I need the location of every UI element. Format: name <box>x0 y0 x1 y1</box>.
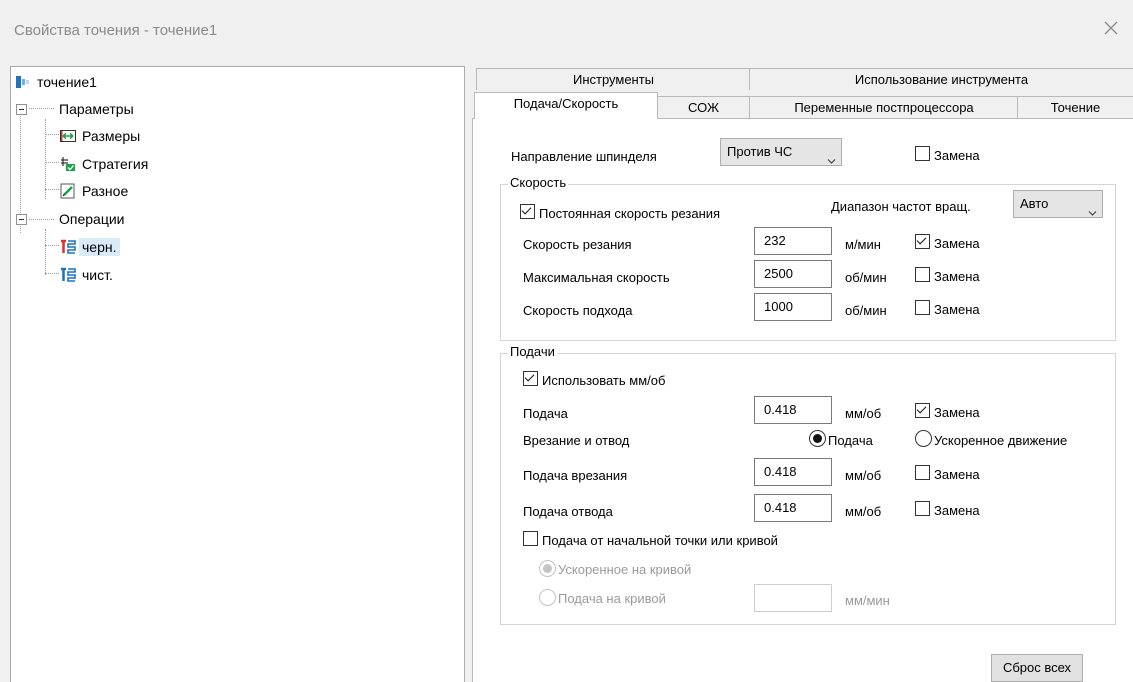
feed-unit: мм/об <box>845 406 882 421</box>
tab-tool-usage[interactable]: Использование инструмента <box>749 68 1133 90</box>
toolpath-icon <box>60 267 76 283</box>
misc-icon <box>60 183 76 199</box>
plunge-retract-label: Врезание и отвод <box>523 433 630 448</box>
tree-node-root[interactable]: точение1 <box>15 71 100 93</box>
feed-from-start-label: Подача от начальной точки или кривой <box>542 533 778 548</box>
tree-node-label: Стратегия <box>82 156 149 172</box>
tree-node-finish[interactable]: чист. <box>60 264 116 286</box>
feed-override-checkbox[interactable] <box>915 403 930 418</box>
speed-group-title: Скорость <box>508 175 569 190</box>
cut-speed-override-label: Замена <box>934 236 980 251</box>
approach-speed-label: Скорость подхода <box>523 303 633 318</box>
tree-node-label: Параметры <box>59 101 134 117</box>
retract-feed-input[interactable]: 0.418 <box>754 494 832 522</box>
tree-node-strategy[interactable]: Стратегия <box>60 153 151 175</box>
tree-node-params[interactable]: Параметры <box>56 98 137 120</box>
tree-node-label: точение1 <box>37 74 97 90</box>
cut-speed-override-checkbox[interactable] <box>915 234 930 249</box>
tab-turning[interactable]: Точение <box>1017 96 1133 119</box>
title-bar: Свойства точения - точение1 <box>0 0 1133 54</box>
cut-speed-unit: м/мин <box>845 237 881 252</box>
reset-all-button[interactable]: Сброс всех <box>991 654 1083 682</box>
feed-speed-page: Направление шпинделя Против ЧС Замена Ск… <box>472 118 1133 682</box>
approach-speed-unit: об/мин <box>845 303 887 318</box>
speed-range-select[interactable]: Авто <box>1013 190 1103 218</box>
plunge-feed-label: Подача врезания <box>523 468 628 483</box>
rapid-on-curve-radio[interactable] <box>539 560 556 577</box>
spindle-label: Направление шпинделя <box>511 149 657 164</box>
tab-feed-speed[interactable]: Подача/Скорость <box>474 92 658 119</box>
close-icon[interactable] <box>1101 18 1121 38</box>
chevron-down-icon <box>1088 200 1097 216</box>
toolpath-icon <box>60 239 76 255</box>
plunge-feed-input[interactable]: 0.418 <box>754 458 832 486</box>
retract-override-label: Замена <box>934 503 980 518</box>
feed-radio[interactable] <box>809 430 826 447</box>
max-speed-override-checkbox[interactable] <box>915 267 930 282</box>
use-mmrev-label: Использовать мм/об <box>542 373 666 388</box>
spindle-direction-select[interactable]: Против ЧС <box>720 138 842 166</box>
feed-label: Подача <box>523 406 568 421</box>
plunge-feed-unit: мм/об <box>845 468 882 483</box>
tree-node-label: Операции <box>59 211 125 227</box>
rapid-radio-label: Ускоренное движение <box>934 433 1068 448</box>
expander-icon[interactable] <box>16 104 27 115</box>
operation-tree[interactable]: точение1 Параметры Размеры Стратегия Раз… <box>10 66 465 682</box>
tab-tools[interactable]: Инструменты <box>476 68 751 90</box>
tree-node-label: черн. <box>79 238 120 256</box>
speed-range-value: Авто <box>1020 196 1049 211</box>
rapid-radio[interactable] <box>915 430 932 447</box>
tree-node-rough[interactable]: черн. <box>60 236 120 258</box>
rapid-on-curve-label: Ускоренное на кривой <box>558 562 692 577</box>
use-mmrev-checkbox[interactable] <box>523 371 538 386</box>
tab-coolant[interactable]: СОЖ <box>656 96 751 119</box>
feed-on-curve-label: Подача на кривой <box>558 591 666 606</box>
strategy-icon <box>60 156 76 172</box>
tree-node-misc[interactable]: Разное <box>60 180 131 202</box>
turning-op-icon <box>15 74 31 90</box>
approach-speed-override-checkbox[interactable] <box>915 300 930 315</box>
feed-group-title: Подачи <box>508 344 557 359</box>
feed-input[interactable]: 0.418 <box>754 396 832 424</box>
chevron-down-icon <box>827 148 836 164</box>
constant-speed-checkbox[interactable] <box>520 204 535 219</box>
plunge-override-label: Замена <box>934 467 980 482</box>
speed-range-label: Диапазон частот вращ. <box>831 199 971 214</box>
tree-node-label: чист. <box>82 267 113 283</box>
feed-from-start-checkbox[interactable] <box>523 531 538 546</box>
tree-node-label: Размеры <box>82 128 141 144</box>
properties-panel: Инструменты Использование инструмента По… <box>472 66 1133 682</box>
approach-speed-override-label: Замена <box>934 302 980 317</box>
spindle-direction-value: Против ЧС <box>727 144 793 159</box>
expander-icon[interactable] <box>16 214 27 225</box>
plunge-override-checkbox[interactable] <box>915 465 930 480</box>
retract-feed-label: Подача отвода <box>523 504 613 519</box>
retract-feed-unit: мм/об <box>845 504 882 519</box>
curve-feed-unit: мм/мин <box>845 593 890 608</box>
max-speed-label: Максимальная скорость <box>523 270 670 285</box>
dimensions-icon <box>60 128 76 144</box>
spindle-override-label: Замена <box>934 148 980 163</box>
feed-radio-label: Подача <box>828 433 873 448</box>
constant-speed-label: Постоянная скорость резания <box>539 206 721 221</box>
max-speed-unit: об/мин <box>845 270 887 285</box>
feed-override-label: Замена <box>934 405 980 420</box>
max-speed-override-label: Замена <box>934 269 980 284</box>
tree-node-sizes[interactable]: Размеры <box>60 125 143 147</box>
tab-post-vars[interactable]: Переменные постпроцессора <box>749 96 1019 119</box>
spindle-override-checkbox[interactable] <box>915 146 930 161</box>
tree-node-label: Разное <box>82 183 129 199</box>
window-title: Свойства точения - точение1 <box>14 22 218 39</box>
max-speed-input[interactable]: 2500 <box>754 260 832 288</box>
approach-speed-input[interactable]: 1000 <box>754 293 832 321</box>
tree-node-operations[interactable]: Операции <box>56 208 128 230</box>
curve-feed-input[interactable] <box>754 584 832 612</box>
cut-speed-label: Скорость резания <box>523 237 632 252</box>
cut-speed-input[interactable]: 232 <box>754 227 832 255</box>
retract-override-checkbox[interactable] <box>915 501 930 516</box>
feed-on-curve-radio[interactable] <box>539 589 556 606</box>
